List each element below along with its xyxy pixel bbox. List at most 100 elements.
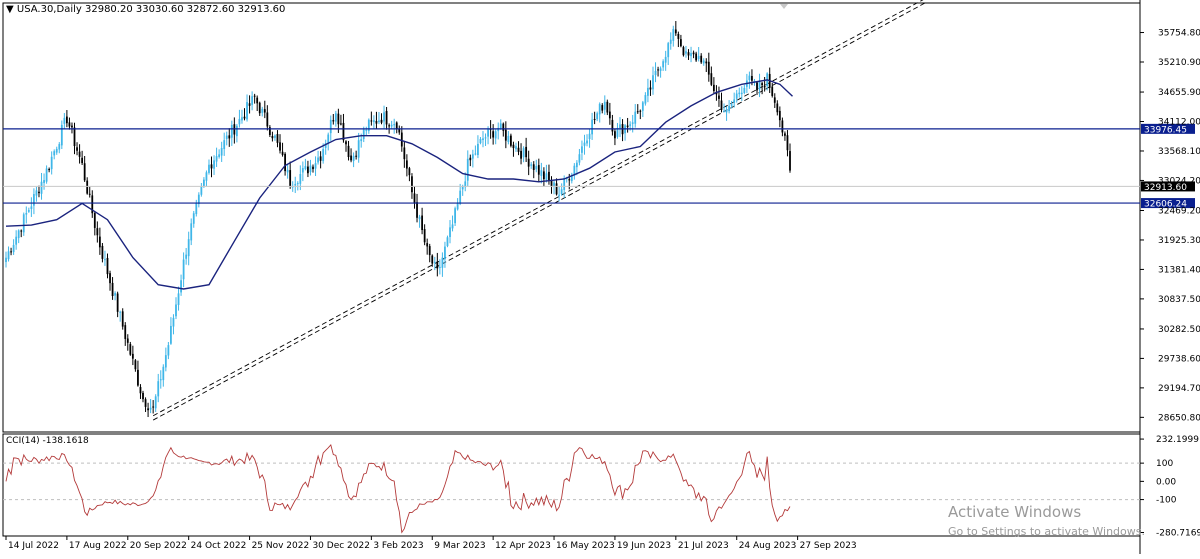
candle-body (530, 164, 533, 166)
candle-body (73, 127, 76, 147)
candle-body (81, 157, 84, 164)
price-tick-label: 34112.00 (1158, 118, 1200, 128)
candle-body (337, 113, 340, 125)
candle-body (96, 228, 99, 236)
candle-body (664, 56, 667, 63)
candle-body (575, 162, 578, 168)
candle-body (35, 190, 38, 196)
candle-body (332, 120, 335, 122)
candle-body (510, 135, 512, 146)
candle-body (116, 293, 119, 312)
price-tick-label: 29738.60 (1158, 354, 1200, 364)
candle-body (477, 143, 479, 156)
candle-body (652, 75, 654, 90)
candle-body (119, 311, 122, 313)
candle-body (515, 146, 517, 150)
candle-body (246, 102, 248, 120)
candle-body (730, 104, 733, 106)
time-tick-label: 12 Apr 2023 (495, 541, 551, 551)
candle-body (738, 92, 741, 95)
candle-body (611, 119, 614, 132)
candle-body (30, 206, 33, 209)
candle-body (540, 170, 543, 176)
time-tick-label: 20 Sep 2022 (130, 541, 187, 551)
candle-body (740, 92, 743, 95)
candle-body (388, 125, 391, 127)
candle-body (25, 212, 28, 215)
candle-body (258, 102, 261, 114)
candle-body (218, 154, 221, 157)
candle-body (78, 151, 81, 157)
candle-body (403, 147, 406, 160)
candle-body (763, 85, 766, 88)
candle-body (718, 95, 720, 99)
candle-body (634, 111, 637, 124)
candle-body (372, 120, 375, 122)
candle-body (563, 178, 566, 190)
candle-body (378, 120, 380, 123)
candle-body (147, 408, 149, 411)
candle-body (15, 236, 18, 245)
candle-body (109, 273, 111, 284)
time-tick-label: 16 May 2023 (556, 541, 615, 551)
candle-body (225, 135, 228, 139)
candle-body (733, 99, 736, 103)
time-tick-label: 19 Jun 2023 (617, 541, 671, 551)
candle-body (350, 155, 352, 161)
candle-body (63, 117, 66, 124)
candle-body (581, 146, 583, 153)
cci-tick-label: -100 (1156, 496, 1177, 506)
candle-body (114, 293, 117, 296)
candle-body (20, 230, 23, 232)
candle-body (192, 213, 195, 224)
candle-body (101, 245, 104, 259)
candle-body (408, 168, 411, 176)
main-panel-frame (2, 2, 1141, 433)
candle-body (144, 399, 147, 407)
candle-body (773, 97, 776, 103)
price-tick-label: 33568.10 (1158, 147, 1200, 157)
candle-body (17, 230, 20, 239)
candle-body (322, 149, 325, 162)
time-tick-label: 25 Nov 2022 (252, 541, 310, 551)
candle-body (65, 116, 68, 124)
candle-body (751, 76, 753, 81)
scroll-marker-icon (780, 4, 788, 9)
candle-body (672, 28, 675, 41)
candle-body (253, 95, 256, 97)
candle-body (695, 53, 698, 61)
candle-body (12, 244, 15, 253)
candle-body (479, 138, 482, 144)
candle-body (712, 84, 715, 92)
candle-body (743, 87, 746, 93)
candle-body (243, 116, 246, 119)
candle-body (274, 135, 276, 138)
time-tick-label: 27 Sep 2023 (800, 541, 857, 551)
candle-body (723, 110, 725, 112)
candle-body (441, 257, 444, 268)
candle-body (104, 259, 106, 261)
candle-body (532, 164, 535, 170)
price-tick-label: 32469.20 (1158, 207, 1200, 217)
price-chart[interactable]: 33976.45 32913.60 32606.24 35754.80 35210.90… (0, 0, 1200, 554)
candle-body (235, 125, 238, 137)
candle-body (636, 111, 639, 113)
candle-body (223, 140, 226, 150)
candle-body (370, 120, 373, 122)
collapse-arrow-icon[interactable]: ▼ (6, 4, 14, 15)
candle-body (641, 102, 644, 111)
time-tick-label: 9 Mar 2023 (434, 541, 485, 551)
candle-body (314, 163, 317, 169)
time-tick-label: 17 Aug 2022 (69, 541, 127, 551)
candle-body (535, 165, 538, 170)
candle-body (251, 96, 254, 105)
candle-body (679, 39, 682, 47)
price-tick-label: 34655.90 (1158, 88, 1200, 98)
candle-body (220, 148, 223, 156)
candle-body (603, 101, 606, 110)
candle-body (22, 214, 25, 233)
candle-body (256, 97, 259, 104)
candle-body (669, 39, 672, 44)
candle-body (203, 179, 205, 187)
price-tick-label: 28650.80 (1158, 413, 1200, 423)
